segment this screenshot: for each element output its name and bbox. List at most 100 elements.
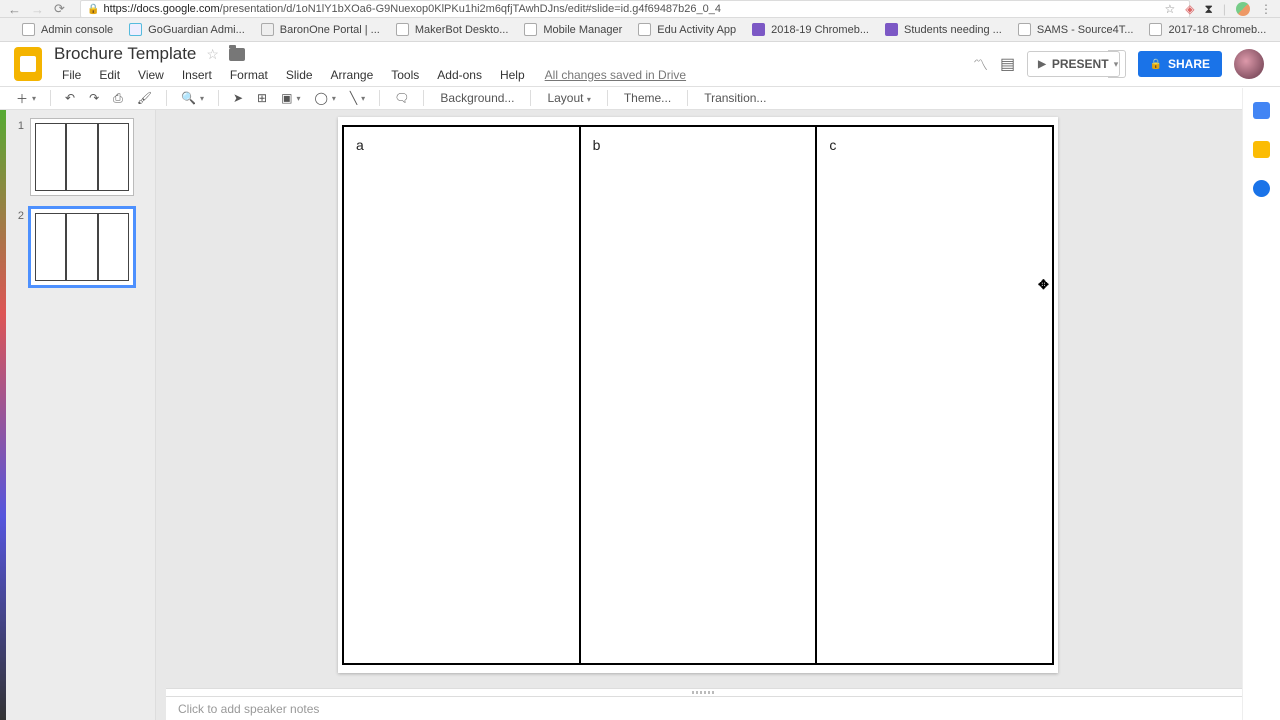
menu-view[interactable]: View [130,66,172,84]
bookmark-item[interactable]: Mobile Manager [524,23,622,36]
image-tool[interactable]: ▣▾ [275,88,306,108]
slide-filmstrip: 1 2 [0,110,156,720]
calendar-addon-icon[interactable] [1253,102,1270,119]
bookmark-item[interactable]: Admin console [22,23,113,36]
share-label: SHARE [1168,57,1210,71]
menu-arrange[interactable]: Arrange [323,66,382,84]
menu-format[interactable]: Format [222,66,276,84]
profile-avatar[interactable] [1236,2,1250,16]
window-edge-strip [0,110,6,720]
save-status[interactable]: All changes saved in Drive [545,66,686,84]
table-cell-a[interactable]: a [344,127,581,663]
sheet-icon [885,23,898,36]
extensions-divider: | [1223,2,1226,16]
document-title[interactable]: Brochure Template [54,44,196,64]
forward-button[interactable]: → [31,2,44,17]
slide[interactable]: a b c [338,117,1058,673]
app-titlebar: Brochure Template ☆ File Edit View Inser… [0,42,1280,86]
lock-icon: 🔒 [1150,59,1162,70]
page-icon [638,23,651,36]
back-button[interactable]: ← [8,2,21,17]
bookmark-item[interactable]: Students needing ... [885,23,1002,36]
menu-bar: File Edit View Insert Format Slide Arran… [54,66,686,84]
thumb-number: 1 [16,118,24,132]
textbox-tool[interactable]: ⊞ [251,88,273,108]
menu-slide[interactable]: Slide [278,66,321,84]
move-cursor-icon: ✥ [1038,277,1049,293]
new-slide-button[interactable]: ＋▾ [10,87,42,110]
workspace: 1 2 a b c ✥ Click to add speaker notes [0,110,1242,720]
shape-tool[interactable]: ◯▾ [308,88,341,108]
slide-table[interactable]: a b c [342,125,1054,665]
url-host: https://docs.google.com [103,3,219,15]
reload-button[interactable]: ⟳ [54,1,65,17]
star-icon[interactable]: ☆ [1164,2,1175,16]
tasks-addon-icon[interactable] [1253,180,1270,197]
bookmark-item[interactable]: MakerBot Deskto... [396,23,509,36]
slide-thumbnail-2[interactable] [30,208,134,286]
page-icon [22,23,35,36]
page-icon [1018,23,1031,36]
chrome-menu-icon[interactable]: ⋮ [1260,2,1272,16]
account-avatar[interactable] [1234,49,1264,79]
present-label: PRESENT [1052,57,1109,71]
bookmark-item[interactable]: Edu Activity App [638,23,736,36]
comment-button[interactable]: 🗨 [388,88,415,108]
bookmark-item[interactable]: GoGuardian Admi... [129,23,245,36]
slide-canvas-area[interactable]: a b c ✥ Click to add speaker notes [156,110,1242,720]
menu-insert[interactable]: Insert [174,66,220,84]
menu-file[interactable]: File [54,66,89,84]
speaker-notes-placeholder: Click to add speaker notes [178,702,319,716]
star-icon[interactable]: ☆ [206,46,219,63]
bookmark-item[interactable]: SAMS - Source4T... [1018,23,1134,36]
menu-help[interactable]: Help [492,66,533,84]
move-folder-icon[interactable] [229,48,245,61]
paint-format-button[interactable]: 🖌 [131,88,158,108]
speaker-notes[interactable]: Click to add speaker notes [166,696,1242,720]
slide-thumbnail-1[interactable] [30,118,134,196]
menu-addons[interactable]: Add-ons [429,66,490,84]
zoom-button[interactable]: 🔍▾ [175,88,210,108]
page-icon [396,23,409,36]
present-button[interactable]: ▶ PRESENT [1027,51,1119,77]
table-cell-c[interactable]: c [817,127,1052,663]
menu-edit[interactable]: Edit [91,66,128,84]
sheet-icon [752,23,765,36]
share-button[interactable]: 🔒 SHARE [1138,51,1222,77]
page-icon [261,23,274,36]
page-icon [1149,23,1162,36]
print-button[interactable]: ⎙ [107,88,129,109]
menu-tools[interactable]: Tools [383,66,427,84]
redo-button[interactable]: ↷ [83,88,105,108]
notes-resize-handle[interactable] [166,688,1242,696]
slides-logo-icon[interactable] [14,47,42,81]
cell-a-text: a [356,137,364,153]
page-icon [524,23,537,36]
shield-icon [129,23,142,36]
table-cell-b[interactable]: b [581,127,818,663]
line-tool[interactable]: ╲▾ [344,88,371,108]
background-button[interactable]: Background... [432,88,522,108]
layout-button[interactable]: Layout ▾ [539,88,598,108]
activity-icon[interactable]: 〽 [973,54,988,75]
transition-button[interactable]: Transition... [696,88,774,108]
cell-c-text: c [829,137,836,153]
select-tool[interactable]: ➤ [227,88,249,108]
undo-button[interactable]: ↶ [59,88,81,108]
keep-addon-icon[interactable] [1253,141,1270,158]
bookmark-item[interactable]: 2018-19 Chromeb... [752,23,869,36]
bookmarks-bar: Admin console GoGuardian Admi... BaronOn… [0,18,1280,42]
play-icon: ▶ [1038,59,1046,70]
address-bar[interactable]: 🔒 https://docs.google.com/presentation/d… [80,0,1190,18]
thumb-number: 2 [16,208,24,222]
extension-icon-1[interactable]: ◈ [1185,2,1194,16]
theme-button[interactable]: Theme... [616,88,679,108]
extension-icon-2[interactable]: ⧗ [1204,2,1212,17]
lock-icon: 🔒 [87,4,99,15]
present-dropdown[interactable]: ▾ [1108,50,1126,78]
bookmark-item[interactable]: 2017-18 Chromeb... [1149,23,1266,36]
browser-toolbar: ← → ⟳ 🔒 https://docs.google.com/presenta… [0,0,1280,18]
bookmark-item[interactable]: BaronOne Portal | ... [261,23,380,36]
comments-icon[interactable]: ▤ [1000,54,1015,74]
toolbar: ＋▾ ↶ ↷ ⎙ 🖌 🔍▾ ➤ ⊞ ▣▾ ◯▾ ╲▾ 🗨 Background.… [0,86,1280,110]
